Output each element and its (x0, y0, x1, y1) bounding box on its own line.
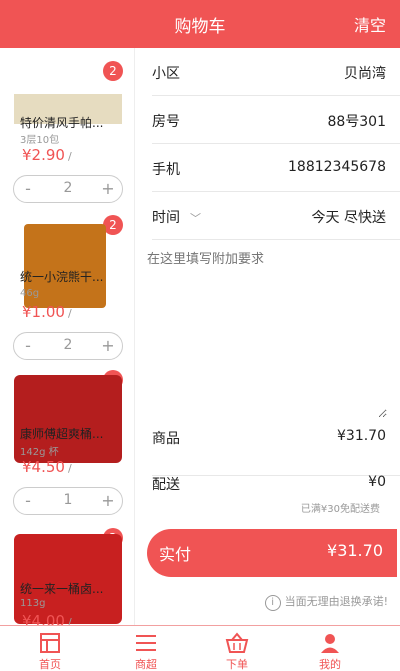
product-name[interactable]: 统一小浣熊干... (20, 268, 128, 285)
time-row[interactable]: 时间 ﹀ 今天 尽快送 (152, 192, 400, 240)
delivery-value: ¥0 (368, 474, 386, 490)
product-price: ¥1.00/ (22, 303, 72, 321)
tab-home[interactable]: 首页 (0, 626, 100, 671)
guarantee-note: i 当面无理由退换承诺! (264, 593, 388, 611)
phone-value: 18812345678 (288, 159, 386, 175)
price-unit: / (67, 307, 72, 320)
cart-item: 1 康师傅超爽桶... 142g 杯 ¥4.50/ - 1 + (0, 370, 134, 535)
tab-market[interactable]: 商超 (96, 626, 196, 671)
time-label-text: 时间 (152, 210, 180, 226)
community-row[interactable]: 小区 贝尚湾 (152, 48, 400, 96)
quantity-stepper: - 2 + (13, 175, 123, 203)
menu-icon (136, 635, 156, 651)
community-value: 贝尚湾 (344, 66, 386, 82)
product-name[interactable]: 统一来一桶卤... (20, 580, 128, 597)
cart-item: 2 特价清风手帕... 3层10包 ¥2.90/ - 2 + (0, 58, 134, 220)
clear-cart-button[interactable]: 清空 (354, 12, 386, 36)
delivery-row: 配送 ¥0 (152, 474, 400, 498)
guarantee-text: 当面无理由退换承诺! (284, 595, 388, 608)
goods-label: 商品 (152, 431, 180, 447)
tab-profile[interactable]: 我的 (280, 626, 380, 671)
room-row[interactable]: 房号 88号301 (152, 96, 400, 144)
product-spec: 46g (20, 288, 40, 299)
cart-item: 2 统一小浣熊干... 46g ¥1.00/ - 2 + (0, 215, 134, 380)
phone-label: 手机 (152, 162, 180, 178)
quantity-badge: 2 (103, 61, 123, 81)
basket-icon (225, 632, 249, 653)
quantity-stepper: - 1 + (13, 487, 123, 515)
quantity-badge: 2 (103, 215, 123, 235)
time-label: 时间 ﹀ (152, 207, 201, 227)
product-spec: 3层10包 (20, 135, 60, 146)
order-form: 小区 贝尚湾 房号 88号301 手机 18812345678 时间 ﹀ 今天 尽… (135, 48, 400, 625)
price-value: ¥4.00 (22, 612, 65, 625)
increase-button[interactable]: + (98, 491, 118, 511)
home-icon (40, 633, 60, 653)
product-price: ¥4.00/ (22, 612, 72, 625)
user-icon (321, 634, 339, 653)
free-delivery-note: 已满¥30免配送费 (300, 504, 380, 515)
tab-order[interactable]: 下单 (187, 626, 287, 671)
product-price: ¥4.50/ (22, 458, 72, 476)
tab-label: 下单 (226, 658, 248, 671)
checkout-button[interactable]: 实付 ¥31.70 (147, 529, 397, 577)
price-value: ¥2.90 (22, 146, 65, 164)
price-unit: / (67, 462, 72, 475)
phone-row[interactable]: 手机 18812345678 (152, 144, 400, 192)
time-value: 今天 尽快送 (311, 210, 386, 226)
goods-total-row: 商品 ¥31.70 (152, 428, 400, 476)
product-image[interactable] (14, 534, 122, 624)
info-icon: i (264, 595, 281, 611)
product-name[interactable]: 特价清风手帕... (20, 114, 128, 131)
room-label: 房号 (152, 114, 180, 130)
product-spec: 113g (20, 598, 46, 609)
pay-label: 实付 (159, 545, 192, 564)
price-unit: / (67, 616, 72, 625)
page-title: 购物车 (174, 17, 226, 37)
tab-label: 商超 (135, 658, 157, 671)
delivery-label: 配送 (152, 477, 180, 493)
price-value: ¥1.00 (22, 303, 65, 321)
price-value: ¥4.50 (22, 458, 65, 476)
goods-value: ¥31.70 (337, 428, 386, 444)
tab-label: 首页 (39, 658, 61, 671)
header: 购物车 清空 (0, 0, 400, 48)
pay-value: ¥31.70 (327, 541, 383, 560)
product-spec: 142g 杯 (20, 447, 59, 458)
chevron-down-icon[interactable]: ﹀ (190, 210, 201, 226)
increase-button[interactable]: + (98, 179, 118, 199)
note-input[interactable] (147, 248, 387, 418)
product-price: ¥2.90/ (22, 146, 72, 164)
cart-item: 2 统一来一桶卤... 113g ¥4.00/ (0, 528, 134, 625)
tab-bar: 首页 商超 下单 我的 (0, 625, 400, 671)
increase-button[interactable]: + (98, 336, 118, 356)
tab-label: 我的 (319, 658, 341, 671)
cart-item-list[interactable]: 2 特价清风手帕... 3层10包 ¥2.90/ - 2 + 2 统一小浣熊干.… (0, 48, 135, 625)
room-value: 88号301 (327, 114, 386, 130)
community-label: 小区 (152, 66, 180, 82)
price-unit: / (67, 150, 72, 163)
quantity-stepper: - 2 + (13, 332, 123, 360)
product-name[interactable]: 康师傅超爽桶... (20, 425, 128, 442)
